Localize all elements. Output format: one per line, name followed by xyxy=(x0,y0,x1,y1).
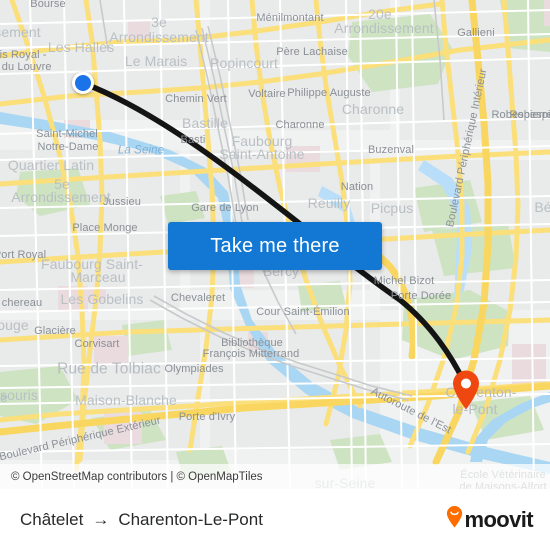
destination-marker[interactable] xyxy=(452,370,480,410)
take-me-there-button[interactable]: Take me there xyxy=(168,222,382,270)
origin-marker[interactable] xyxy=(72,72,94,94)
attribution-text[interactable]: © OpenStreetMap contributors | © OpenMap… xyxy=(0,471,263,483)
attribution-bar: © OpenStreetMap contributors | © OpenMap… xyxy=(0,464,550,489)
route-destination-label: Charenton-Le-Pont xyxy=(118,509,263,529)
moovit-pin-icon xyxy=(446,506,463,533)
map-view[interactable]: Bourse Les Halles 3e Arrondissement Le Marai… xyxy=(0,0,550,489)
moovit-wordmark: moovit xyxy=(464,506,533,532)
route-summary: Châtelet → Charenton-Le-Pont xyxy=(0,510,263,530)
route-origin-label: Châtelet xyxy=(20,509,84,529)
arrow-right-icon: → xyxy=(92,509,110,529)
footer-bar: Châtelet → Charenton-Le-Pont moovit xyxy=(0,489,550,550)
moovit-logo[interactable]: moovit xyxy=(446,506,550,533)
